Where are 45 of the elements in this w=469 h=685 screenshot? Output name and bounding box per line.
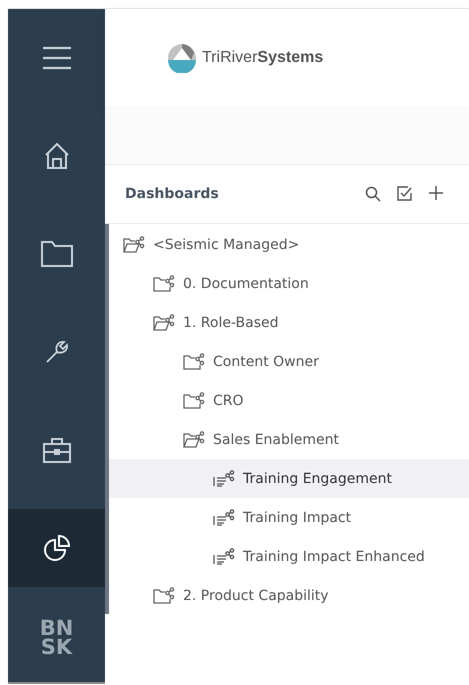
tree-label: 1. Role-Based [183,314,279,330]
tree-item[interactable]: <Seismic Managed> [105,225,469,264]
tree-item[interactable]: Content Owner [105,342,469,381]
tree-item[interactable]: Training Impact Enhanced [105,537,469,576]
tree-label: Sales Enablement [213,432,340,448]
tree-item[interactable]: Training Impact [105,498,469,537]
tree-label: Training Impact Enhanced [243,548,425,564]
logo-icon [167,42,197,72]
nav-item[interactable] [8,509,105,587]
folder-icon [183,392,205,409]
tree-label: Training Impact [243,510,352,526]
panel-title: Dashboards [125,186,219,202]
folder-icon [40,241,72,267]
tree-label: Training Engagement [243,470,392,486]
tree-label: <Seismic Managed> [153,236,300,252]
tree-item[interactable]: Sales Enablement [105,420,469,459]
folder-icon [153,587,175,604]
home-icon [44,142,70,170]
wrench-icon [44,339,70,365]
brand-name: TriRiverSystems [202,48,324,66]
dashboard-icon [213,509,235,526]
tree-label: 2. Product Capability [183,588,329,604]
tree-item[interactable]: CRO [105,381,469,420]
dashboard-icon [213,470,235,487]
tree-label: 0. Documentation [183,276,309,292]
search-button[interactable] [363,184,383,204]
dashboard-icon [213,548,235,565]
pie-chart-icon [42,534,70,562]
tree-item[interactable]: 2. Product Capability [105,576,469,615]
folder-icon [183,353,205,370]
folder-icon [153,275,175,292]
search-icon [365,186,381,202]
plus-icon [429,186,443,200]
checkbox-icon [397,186,413,202]
tree-label: Content Owner [213,354,319,370]
open-folder-icon [123,236,145,253]
tree-label: CRO [213,392,244,408]
open-folder-icon [183,431,205,448]
company-logo: BN SK [40,619,74,657]
scrollbar[interactable] [105,224,109,614]
open-folder-icon [153,314,175,331]
tree-item[interactable]: 0. Documentation [105,264,469,303]
tree-item[interactable]: 1. Role-Based [105,303,469,342]
briefcase-icon [42,437,70,463]
menu-icon [42,46,72,70]
